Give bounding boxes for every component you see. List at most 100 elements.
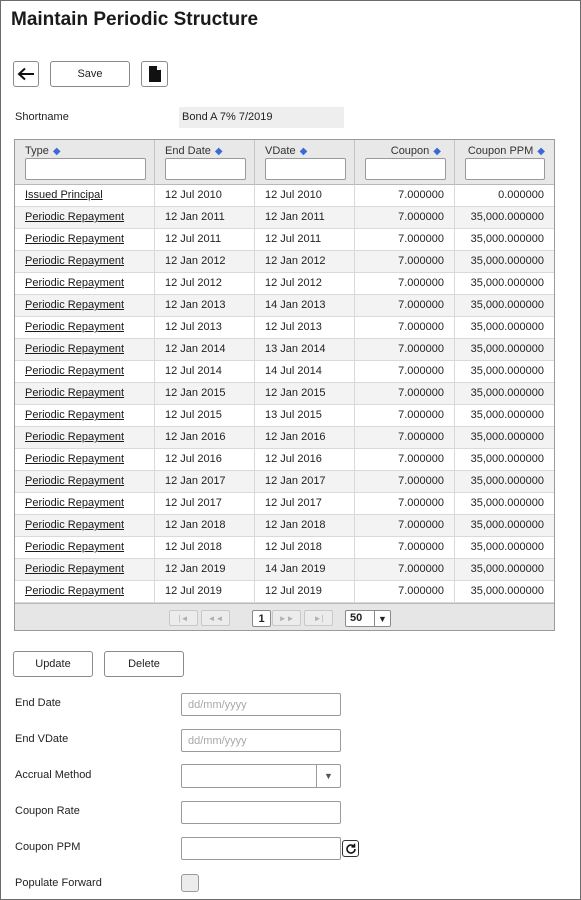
table-row[interactable]: Periodic Repayment 12 Jan 2016 12 Jan 2016… xyxy=(15,427,554,449)
sort-icon[interactable]: ◆ xyxy=(215,146,223,157)
type-cell[interactable]: Periodic Repayment xyxy=(15,581,155,603)
refresh-button[interactable] xyxy=(342,840,359,857)
filter-coupon-ppm-input[interactable] xyxy=(465,158,545,180)
type-cell[interactable]: Periodic Repayment xyxy=(15,515,155,537)
save-button[interactable]: Save xyxy=(50,61,130,87)
filter-type-input[interactable] xyxy=(25,158,146,180)
delete-button[interactable]: Delete xyxy=(104,651,184,677)
table-row[interactable]: Periodic Repayment 12 Jul 2017 12 Jul 2017… xyxy=(15,493,554,515)
type-cell[interactable]: Periodic Repayment xyxy=(15,273,155,295)
last-page-button[interactable]: ►| xyxy=(304,610,333,626)
table-row[interactable]: Periodic Repayment 12 Jul 2016 12 Jul 2016… xyxy=(15,449,554,471)
chevron-down-icon[interactable]: ▼ xyxy=(316,765,340,787)
end-date-label: End Date xyxy=(15,697,61,709)
vdate-cell: 14 Jan 2013 xyxy=(255,295,355,317)
vdate-cell: 12 Jan 2012 xyxy=(255,251,355,273)
type-cell[interactable]: Periodic Repayment xyxy=(15,251,155,273)
coupon-cell: 7.000000 xyxy=(355,383,455,405)
column-label: Type xyxy=(25,145,49,157)
end-date-cell: 12 Jan 2011 xyxy=(155,207,255,229)
filter-vdate-input[interactable] xyxy=(265,158,346,180)
end-date-cell: 12 Jul 2014 xyxy=(155,361,255,383)
type-cell[interactable]: Periodic Repayment xyxy=(15,317,155,339)
column-header-vdate[interactable]: VDate ◆ xyxy=(255,140,355,185)
table-row[interactable]: Periodic Repayment 12 Jan 2015 12 Jan 2015… xyxy=(15,383,554,405)
next-page-button[interactable]: ►► xyxy=(272,610,301,626)
column-header-coupon[interactable]: Coupon ◆ xyxy=(355,140,455,185)
coupon-cell: 7.000000 xyxy=(355,581,455,603)
end-vdate-input[interactable] xyxy=(181,729,341,752)
coupon-ppm-input[interactable] xyxy=(181,837,341,860)
new-document-button[interactable] xyxy=(141,61,168,87)
type-cell[interactable]: Periodic Repayment xyxy=(15,559,155,581)
type-cell[interactable]: Periodic Repayment xyxy=(15,339,155,361)
page-title: Maintain Periodic Structure xyxy=(11,9,259,30)
table-row[interactable]: Periodic Repayment 12 Jul 2012 12 Jul 2012… xyxy=(15,273,554,295)
back-button[interactable] xyxy=(13,61,39,87)
column-header-type[interactable]: Type ◆ xyxy=(15,140,155,185)
table-row[interactable]: Issued Principal 12 Jul 2010 12 Jul 2010 7.… xyxy=(15,185,554,207)
end-date-cell: 12 Jan 2012 xyxy=(155,251,255,273)
type-cell[interactable]: Periodic Repayment xyxy=(15,295,155,317)
table-row[interactable]: Periodic Repayment 12 Jul 2019 12 Jul 2019… xyxy=(15,581,554,603)
type-cell[interactable]: Periodic Repayment xyxy=(15,449,155,471)
sort-icon[interactable]: ◆ xyxy=(537,146,545,157)
type-cell[interactable]: Periodic Repayment xyxy=(15,537,155,559)
column-header-end-date[interactable]: End Date ◆ xyxy=(155,140,255,185)
coupon-cell: 7.000000 xyxy=(355,229,455,251)
table-row[interactable]: Periodic Repayment 12 Jul 2014 14 Jul 2014… xyxy=(15,361,554,383)
end-date-input[interactable] xyxy=(181,693,341,716)
end-date-cell: 12 Jan 2018 xyxy=(155,515,255,537)
type-cell[interactable]: Periodic Repayment xyxy=(15,383,155,405)
end-date-cell: 12 Jan 2019 xyxy=(155,559,255,581)
sort-icon[interactable]: ◆ xyxy=(300,146,308,157)
table-row[interactable]: Periodic Repayment 12 Jan 2013 14 Jan 2013… xyxy=(15,295,554,317)
first-page-button[interactable]: |◄ xyxy=(169,610,198,626)
type-cell[interactable]: Periodic Repayment xyxy=(15,427,155,449)
sort-icon[interactable]: ◆ xyxy=(53,146,61,157)
table-row[interactable]: Periodic Repayment 12 Jan 2017 12 Jan 2017… xyxy=(15,471,554,493)
table-row[interactable]: Periodic Repayment 12 Jan 2018 12 Jan 2018… xyxy=(15,515,554,537)
table-row[interactable]: Periodic Repayment 12 Jul 2011 12 Jul 2011… xyxy=(15,229,554,251)
coupon-rate-input[interactable] xyxy=(181,801,341,824)
filter-end-date-input[interactable] xyxy=(165,158,246,180)
type-cell[interactable]: Periodic Repayment xyxy=(15,361,155,383)
filter-coupon-input[interactable] xyxy=(365,158,446,180)
current-page[interactable]: 1 xyxy=(252,610,271,627)
table-row[interactable]: Periodic Repayment 12 Jan 2019 14 Jan 2019… xyxy=(15,559,554,581)
accrual-method-select[interactable]: ▼ xyxy=(181,764,341,788)
table-row[interactable]: Periodic Repayment 12 Jan 2014 13 Jan 2014… xyxy=(15,339,554,361)
vdate-cell: 14 Jul 2014 xyxy=(255,361,355,383)
populate-forward-checkbox[interactable] xyxy=(181,874,199,892)
coupon-ppm-cell: 35,000.000000 xyxy=(470,563,544,575)
update-button[interactable]: Update xyxy=(13,651,93,677)
table-row[interactable]: Periodic Repayment 12 Jul 2018 12 Jul 2018… xyxy=(15,537,554,559)
end-date-cell: 12 Jul 2019 xyxy=(155,581,255,603)
type-cell[interactable]: Periodic Repayment xyxy=(15,229,155,251)
prev-page-button[interactable]: ◄◄ xyxy=(201,610,230,626)
column-label: VDate xyxy=(265,145,296,157)
type-cell[interactable]: Issued Principal xyxy=(15,185,155,207)
coupon-ppm-cell: 35,000.000000 xyxy=(470,277,544,289)
type-cell[interactable]: Periodic Repayment xyxy=(15,207,155,229)
coupon-ppm-cell: 0.000000 xyxy=(498,189,544,201)
table-row[interactable]: Periodic Repayment 12 Jul 2015 13 Jul 2015… xyxy=(15,405,554,427)
sort-icon[interactable]: ◆ xyxy=(433,146,441,157)
column-label: Coupon xyxy=(390,145,430,157)
vdate-cell: 12 Jan 2015 xyxy=(255,383,355,405)
chevron-down-icon[interactable]: ▼ xyxy=(374,611,390,626)
type-cell[interactable]: Periodic Repayment xyxy=(15,405,155,427)
column-header-coupon-ppm[interactable]: Coupon PPM ◆ xyxy=(455,140,554,185)
end-date-cell: 12 Jul 2018 xyxy=(155,537,255,559)
coupon-ppm-cell: 35,000.000000 xyxy=(470,475,544,487)
table-row[interactable]: Periodic Repayment 12 Jan 2012 12 Jan 2012… xyxy=(15,251,554,273)
page-size-value: 50 xyxy=(350,612,363,624)
coupon-ppm-cell: 35,000.000000 xyxy=(470,541,544,553)
type-cell[interactable]: Periodic Repayment xyxy=(15,493,155,515)
end-date-cell: 12 Jul 2016 xyxy=(155,449,255,471)
type-cell[interactable]: Periodic Repayment xyxy=(15,471,155,493)
table-row[interactable]: Periodic Repayment 12 Jan 2011 12 Jan 2011… xyxy=(15,207,554,229)
coupon-ppm-cell: 35,000.000000 xyxy=(470,453,544,465)
table-row[interactable]: Periodic Repayment 12 Jul 2013 12 Jul 2013… xyxy=(15,317,554,339)
page-size-select[interactable]: 50 ▼ xyxy=(345,610,391,627)
